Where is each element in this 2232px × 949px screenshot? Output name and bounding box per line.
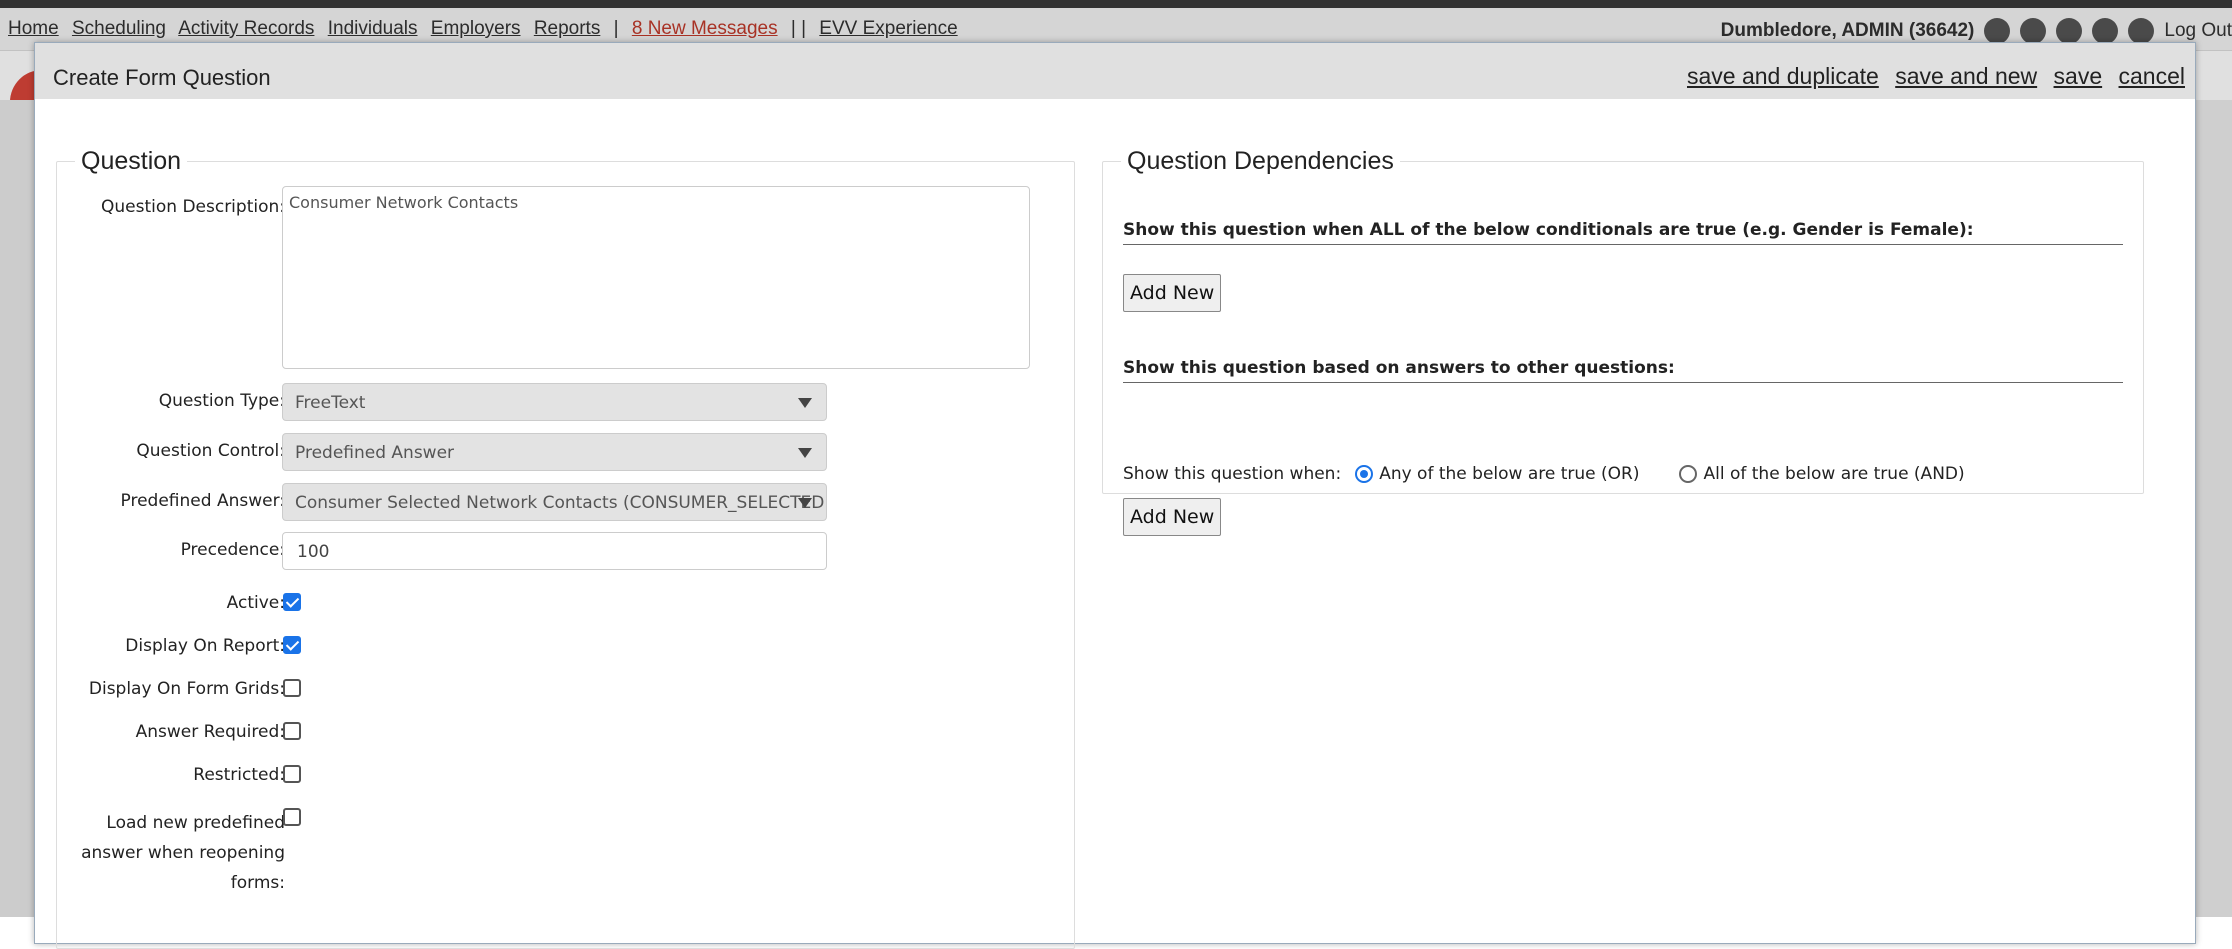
precedence-input[interactable]: 100 [282,532,827,570]
dialog-header: Create Form Question save and duplicate … [35,43,2195,99]
add-new-conditional-button[interactable]: Add New [1123,274,1222,312]
reload-label-line-3: forms: [230,873,285,893]
save-link[interactable]: save [2054,63,2103,89]
reload-label-line-2: answer when reopening [81,843,285,863]
reload-predefined-label: Load new predefined answer when reopenin… [55,808,285,898]
save-and-duplicate-link[interactable]: save and duplicate [1687,63,1879,89]
predefined-answer-value: Consumer Selected Network Contacts (CONS… [295,493,827,513]
chevron-down-icon [798,398,812,408]
reload-predefined-checkbox[interactable] [283,808,301,826]
restricted-checkbox[interactable] [283,765,301,783]
display-on-form-grids-label: Display On Form Grids: [88,679,285,699]
chevron-down-icon [798,448,812,458]
radio-or-label[interactable]: Any of the below are true (OR) [1379,464,1639,484]
restricted-label: Restricted: [193,765,285,785]
display-on-report-checkbox[interactable] [283,636,301,654]
display-on-report-label: Display On Report: [125,636,285,656]
question-type-value: FreeText [295,393,366,413]
question-legend: Question [81,147,182,175]
predefined-answer-select[interactable]: Consumer Selected Network Contacts (CONS… [282,483,827,521]
radio-or[interactable] [1355,465,1374,483]
dependencies-legend: Question Dependencies [1127,147,1394,175]
answers-heading: Show this question based on answers to o… [1123,358,2123,383]
answer-required-checkbox[interactable] [283,722,301,740]
question-description-textarea[interactable]: Consumer Network Contacts [282,186,1030,369]
create-form-question-dialog: Create Form Question save and duplicate … [34,42,2196,949]
question-type-select[interactable]: FreeText [282,383,827,421]
active-checkbox[interactable] [283,593,301,611]
all-conditionals-heading: Show this question when ALL of the below… [1123,220,2123,245]
show-when-label: Show this question when: [1123,464,1342,484]
display-on-form-grids-checkbox[interactable] [283,679,301,697]
question-control-value: Predefined Answer [295,443,455,463]
chevron-down-icon [798,498,812,508]
radio-and[interactable] [1679,465,1698,483]
save-and-new-link[interactable]: save and new [1895,63,2037,89]
precedence-label: Precedence: [180,540,285,560]
question-control-label: Question Control: [136,441,285,461]
radio-and-label[interactable]: All of the below are true (AND) [1703,464,1964,484]
cancel-link[interactable]: cancel [2119,63,2185,89]
dialog-actions: save and duplicate save and new save can… [1677,63,2185,90]
show-when-row: Show this question when: Any of the belo… [1123,464,1965,484]
dialog-title: Create Form Question [53,65,271,90]
question-description-label: Question Description: [101,197,285,217]
question-type-label: Question Type: [158,391,285,411]
predefined-answer-label: Predefined Answer: [120,491,285,511]
add-new-dependency-button[interactable]: Add New [1123,498,1222,536]
question-dependencies-section: Question Dependencies Show this question… [1102,147,2144,536]
question-control-select[interactable]: Predefined Answer [282,433,827,471]
active-label: Active: [226,593,285,613]
answer-required-label: Answer Required: [135,722,285,742]
reload-label-line-1: Load new predefined [106,813,285,833]
